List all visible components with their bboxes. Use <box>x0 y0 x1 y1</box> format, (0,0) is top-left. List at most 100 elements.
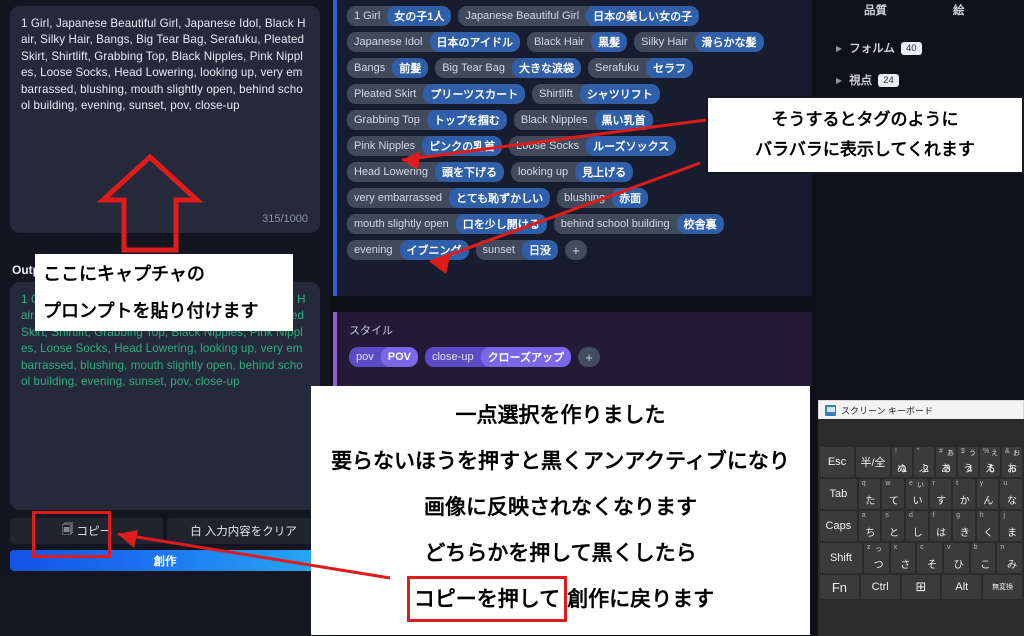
tag-chip[interactable]: Pleated Skirt プリーツスカート <box>347 84 526 104</box>
tag-chip-ja[interactable]: クローズアップ <box>480 347 572 367</box>
keyboard-key[interactable]: Fn <box>820 575 859 599</box>
keyboard-key[interactable]: sと <box>882 511 904 541</box>
tag-chip[interactable]: Japanese Idol 日本のアイドル <box>347 32 520 52</box>
keyboard-key[interactable]: ⊞ <box>901 575 941 599</box>
tag-chip[interactable]: Silky Hair 滑らかな髪 <box>634 32 764 52</box>
tag-chip[interactable]: very embarrassed とても恥ずかしい <box>347 188 551 208</box>
tag-chip-ja[interactable]: 黒髪 <box>591 32 628 52</box>
tag-chip[interactable]: Black Nipples 黒い乳首 <box>513 110 653 130</box>
keyboard-key[interactable]: jま <box>1000 511 1022 541</box>
keyboard-key[interactable]: Alt <box>942 575 982 599</box>
keyboard-key[interactable]: Caps <box>820 511 857 541</box>
copy-button[interactable]: 🗐 コピー <box>10 518 163 544</box>
tag-chip-ja[interactable]: イブニング <box>399 240 469 260</box>
keyboard-key[interactable]: uな <box>1000 479 1022 509</box>
prompt-input-card[interactable]: 1 Girl, Japanese Beautiful Girl, Japanes… <box>10 6 320 233</box>
tag-chip-ja[interactable]: セラフ <box>646 58 694 78</box>
tag-chip[interactable]: Shirtlift シャツリフト <box>532 84 660 104</box>
keyboard-key[interactable]: eいい <box>905 479 928 509</box>
tag-chip[interactable]: sunset 日没 <box>475 240 558 260</box>
tag-chip-en[interactable]: Black Hair <box>527 32 591 52</box>
tag-chip-en[interactable]: Pink Nipples <box>347 136 422 156</box>
tag-chip-ja[interactable]: とても恥ずかしい <box>449 188 551 208</box>
tag-chip-ja[interactable]: 女の子1人 <box>387 6 452 26</box>
keyboard-key[interactable]: qた <box>858 479 881 509</box>
tag-chip-en[interactable]: very embarrassed <box>347 188 449 208</box>
keyboard-key[interactable]: nみ <box>997 543 1022 573</box>
tag-chip-en[interactable]: evening <box>347 240 400 260</box>
tag-chip[interactable]: Bangs 前髪 <box>347 58 429 78</box>
tag-chip-ja[interactable]: 日本の美しい女の子 <box>586 6 700 26</box>
tag-chip-en[interactable]: close-up <box>425 347 481 367</box>
sidebar-item-form[interactable]: ▶ フォルム 40 <box>836 40 922 56</box>
tag-chip-en[interactable]: Japanese Idol <box>347 32 430 52</box>
keyboard-key[interactable]: & お 6 お <box>1002 447 1022 477</box>
tag-chip-en[interactable]: blushing <box>557 188 612 208</box>
tag-chip-en[interactable]: Japanese Beautiful Girl <box>458 6 586 26</box>
tag-chip-ja[interactable]: トップを掴む <box>426 110 507 130</box>
tag-chip[interactable]: 1 Girl 女の子1人 <box>347 6 452 26</box>
clear-button[interactable]: 白 入力内容をクリア <box>167 518 320 544</box>
tag-chip-en[interactable]: Shirtlift <box>532 84 580 104</box>
keyboard-key[interactable]: rす <box>929 479 952 509</box>
tag-chip-en[interactable]: Loose Socks <box>509 136 586 156</box>
tag-chip-ja[interactable]: プリーツスカート <box>423 84 526 104</box>
tag-chip-ja[interactable]: 校舎裏 <box>676 214 724 234</box>
tag-chip[interactable]: Grabbing Top トップを掴む <box>347 110 507 130</box>
keyboard-key[interactable]: xさ <box>890 543 916 573</box>
keyboard-key[interactable]: 半/全 <box>856 447 890 477</box>
keyboard-key[interactable]: tか <box>953 479 975 509</box>
tag-chip-ja[interactable]: 大きな涙袋 <box>512 58 581 78</box>
tag-chip[interactable]: pov POV <box>349 347 418 367</box>
keyboard-key[interactable]: vひ <box>943 543 969 573</box>
tag-chip[interactable]: blushing 赤面 <box>557 188 649 208</box>
keyboard-key[interactable]: Tab <box>820 479 857 509</box>
tag-chip-ja[interactable]: 前髪 <box>392 58 429 78</box>
keyboard-key[interactable]: # あ 3 あ <box>936 447 956 477</box>
keyboard-key[interactable]: 無変換 <box>983 575 1022 599</box>
tag-chip-en[interactable]: Serafuku <box>588 58 646 78</box>
prompt-input-text[interactable]: 1 Girl, Japanese Beautiful Girl, Japanes… <box>21 16 309 114</box>
add-tag-button[interactable]: + <box>578 347 601 367</box>
tag-chip-en[interactable]: Head Lowering <box>347 162 435 182</box>
tag-chip-en[interactable]: 1 Girl <box>347 6 387 26</box>
sidebar-item-viewpoint[interactable]: ▶ 視点 24 <box>836 72 899 88</box>
tag-chip-ja[interactable]: POV <box>380 347 418 367</box>
on-screen-keyboard-window[interactable]: スクリーン キーボード Esc 半/全! 1 ぬ " 2 ふ # あ 3 あ $ う 4 う% え 5 え & お 6 お… <box>818 400 1024 636</box>
tag-chip-en[interactable]: Big Tear Bag <box>435 58 512 78</box>
tag-chip-en[interactable]: Pleated Skirt <box>347 84 423 104</box>
tag-chip-ja[interactable]: 日没 <box>521 240 558 260</box>
tag-chip-ja[interactable]: 見上げる <box>575 162 634 182</box>
tag-chip-ja[interactable]: ピンクの乳首 <box>422 136 503 156</box>
tag-chip[interactable]: close-up クローズアップ <box>424 347 572 367</box>
tag-chip[interactable]: Head Lowering 頭を下げる <box>347 162 504 182</box>
keyboard-key[interactable]: zっつ <box>863 543 889 573</box>
keyboard-title-bar[interactable]: スクリーン キーボード <box>818 400 1024 419</box>
tag-chip-ja[interactable]: 口を少し開ける <box>455 214 547 234</box>
tag-chip-ja[interactable]: ルーズソックス <box>586 136 677 156</box>
keyboard-key[interactable]: hく <box>976 511 999 541</box>
tag-chip-en[interactable]: sunset <box>476 240 522 260</box>
keyboard-key[interactable]: aち <box>858 511 881 541</box>
tag-chip[interactable]: Loose Socks ルーズソックス <box>509 136 677 156</box>
keyboard-key[interactable]: dし <box>905 511 928 541</box>
keyboard-key[interactable]: gき <box>953 511 975 541</box>
tag-chip-en[interactable]: pov <box>349 347 381 367</box>
tag-chip-ja[interactable]: 赤面 <box>612 188 649 208</box>
tag-chip[interactable]: Black Hair 黒髪 <box>526 32 628 52</box>
tag-chip[interactable]: looking up 見上げる <box>511 162 634 182</box>
keyboard-key[interactable]: $ う 4 う <box>958 447 978 477</box>
tag-chip-en[interactable]: Black Nipples <box>514 110 595 130</box>
keyboard-key[interactable]: Ctrl <box>860 575 900 599</box>
create-button[interactable]: 創作 <box>10 550 320 571</box>
tag-chip[interactable]: Serafuku セラフ <box>588 58 694 78</box>
keyboard-key[interactable]: bこ <box>970 543 996 573</box>
tag-chip[interactable]: Pink Nipples ピンクの乳首 <box>347 136 503 156</box>
tag-chip[interactable]: evening イブニング <box>347 240 469 260</box>
tag-chip-ja[interactable]: 黒い乳首 <box>594 110 653 130</box>
keyboard-key[interactable]: wて <box>882 479 904 509</box>
add-tag-button[interactable]: + <box>564 240 587 260</box>
tag-chip-en[interactable]: mouth slightly open <box>347 214 456 234</box>
tag-chip-en[interactable]: Bangs <box>347 58 392 78</box>
keyboard-key[interactable]: cそ <box>917 543 942 573</box>
